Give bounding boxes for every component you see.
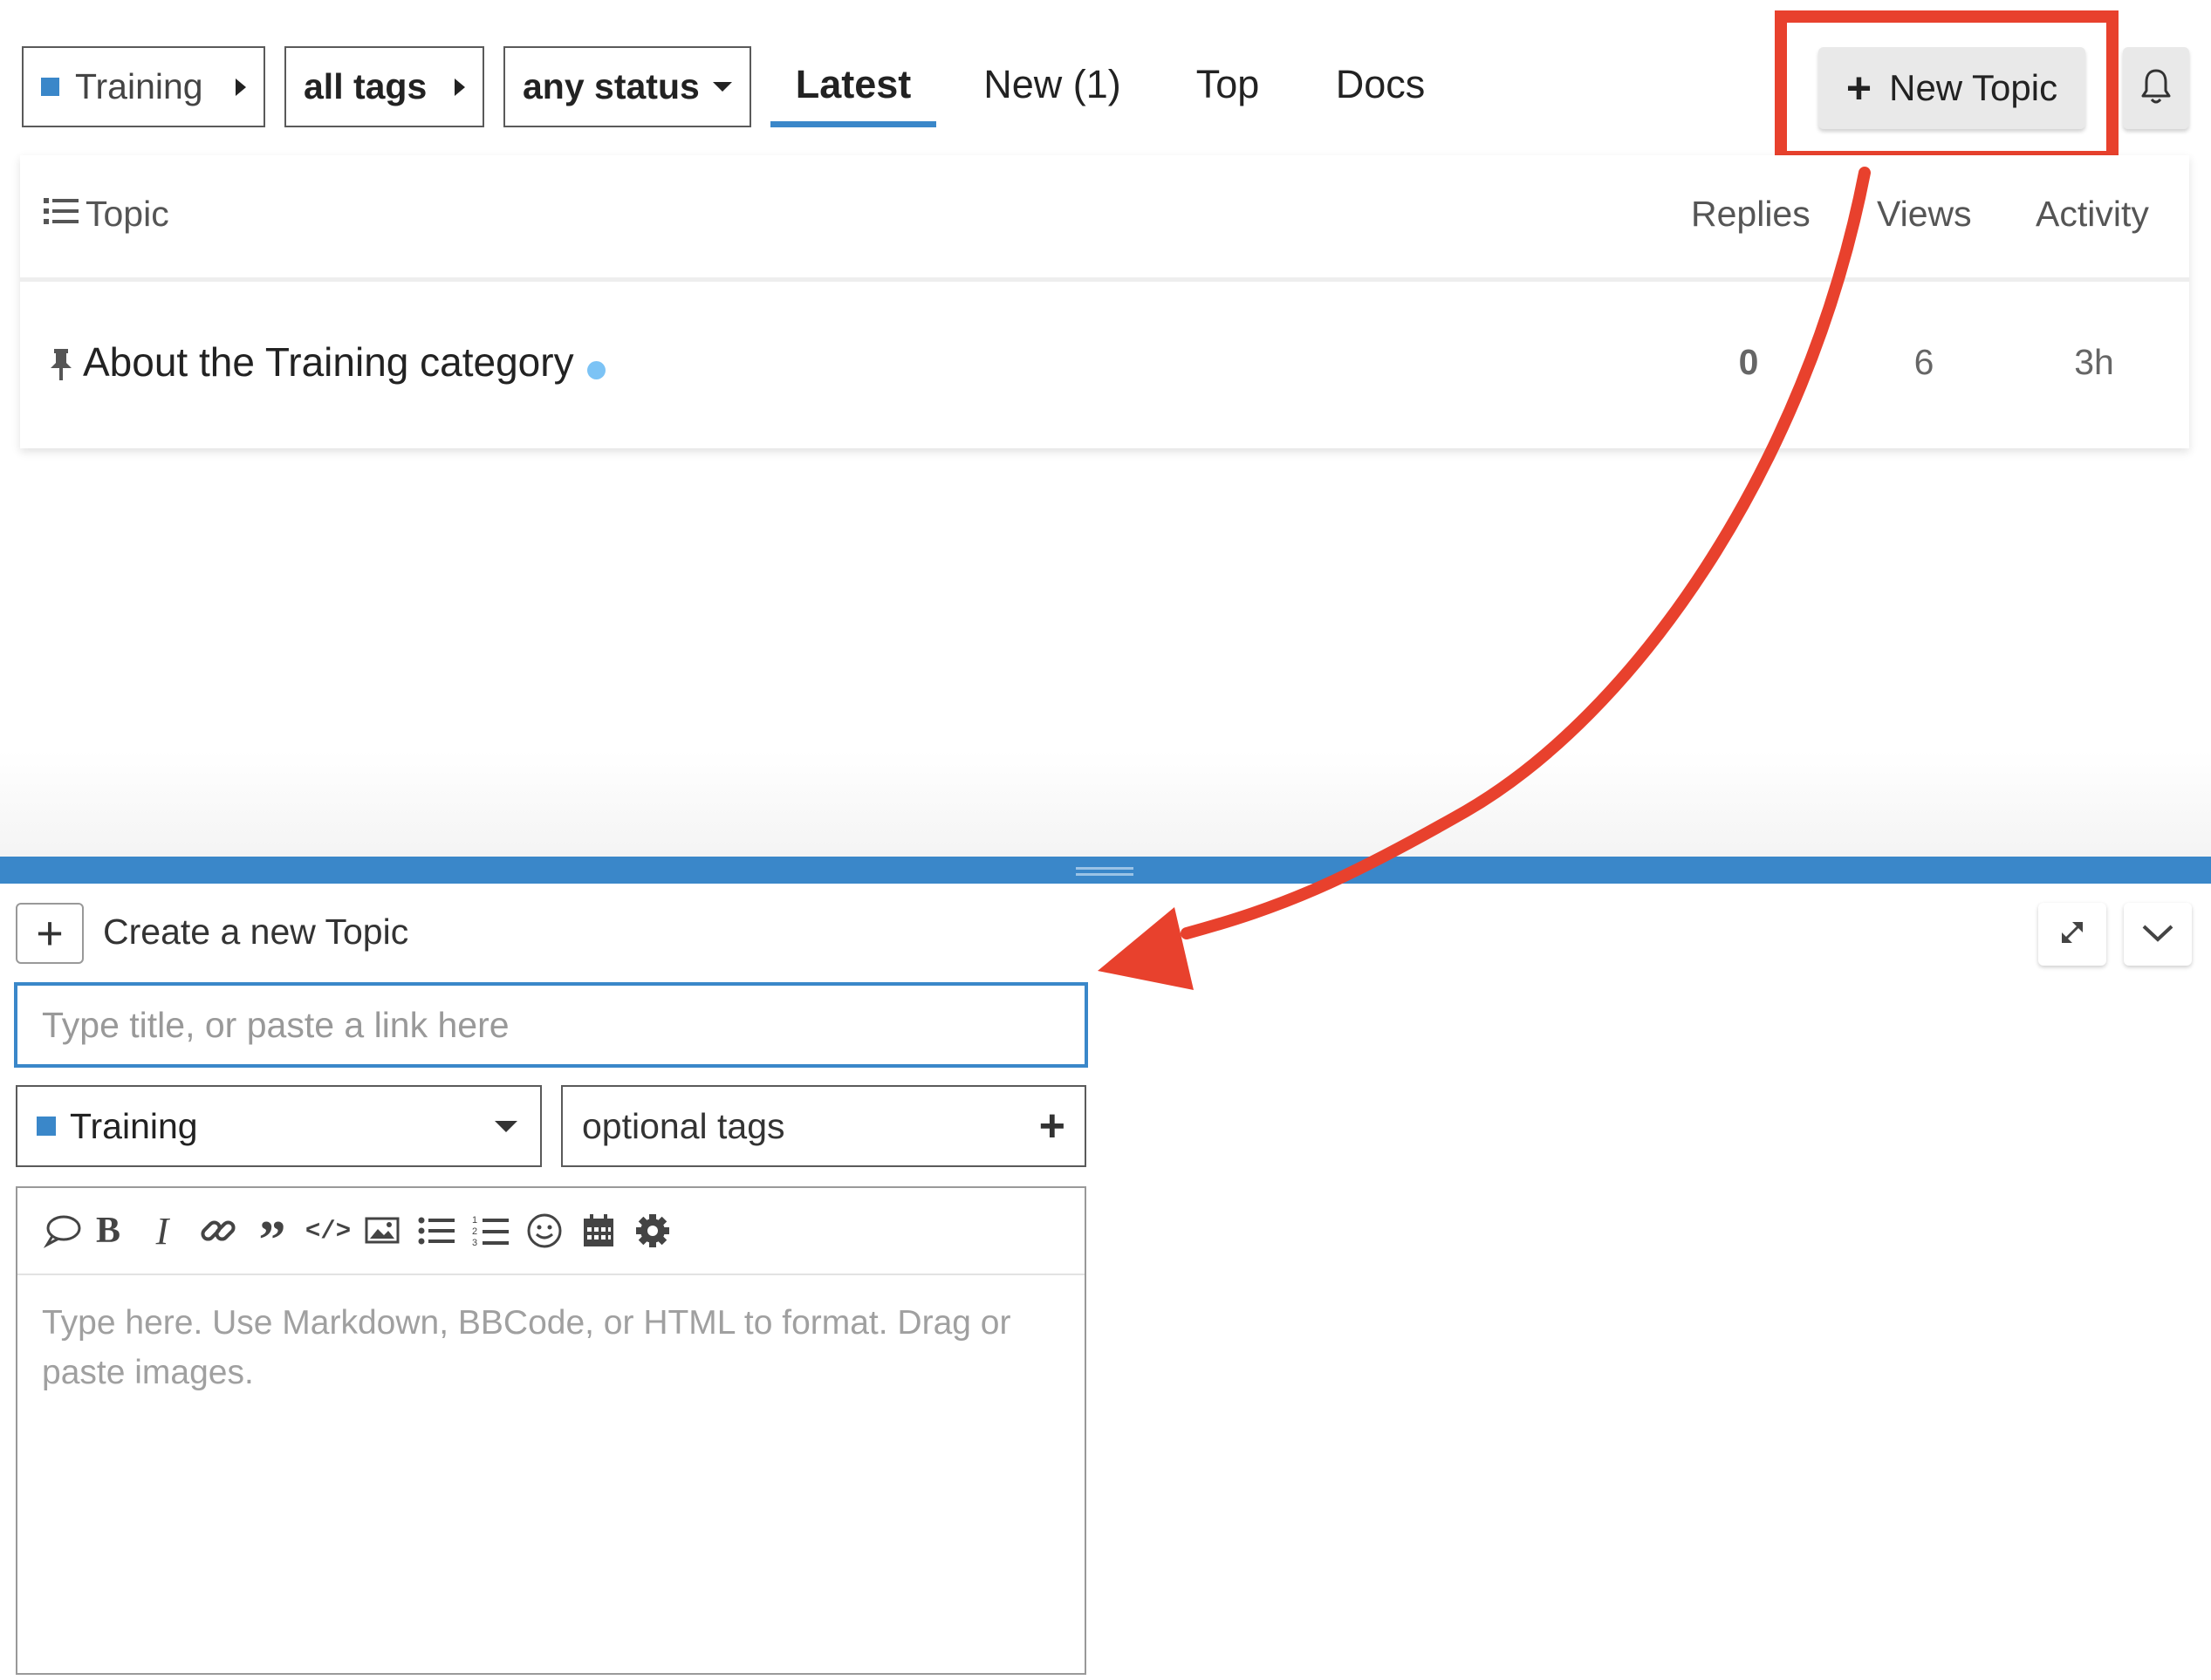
svg-text:3: 3 <box>472 1238 477 1247</box>
unread-dot <box>587 361 606 379</box>
composer-action-button[interactable]: + <box>16 903 84 964</box>
page-fade <box>0 750 2211 857</box>
bell-icon <box>2139 67 2173 110</box>
quote-icon[interactable]: ” <box>246 1205 298 1267</box>
category-dropdown-label: Training <box>75 66 203 106</box>
topic-header-label: Topic <box>86 194 169 234</box>
pin-icon <box>48 349 74 386</box>
tag-chooser-label: optional tags <box>582 1105 785 1146</box>
chevron-down-icon <box>2140 919 2175 950</box>
caret-down-icon <box>495 1120 517 1132</box>
fullscreen-button[interactable] <box>2038 903 2106 966</box>
plus-icon: + <box>1038 1101 1065 1151</box>
bullet-list-icon[interactable] <box>410 1205 462 1257</box>
topic-title-input[interactable] <box>14 982 1088 1068</box>
resize-grip <box>1076 867 1133 870</box>
replies-column-header[interactable]: Replies <box>1691 194 1811 235</box>
category-dropdown[interactable]: Training <box>22 46 265 127</box>
topic-column-header[interactable]: Topic <box>44 194 169 235</box>
tags-dropdown-label: all tags <box>304 66 428 106</box>
svg-text:2: 2 <box>472 1226 477 1237</box>
composer-action-title: Create a new Topic <box>103 912 409 952</box>
resize-grip <box>1076 873 1133 876</box>
status-dropdown[interactable]: any status <box>503 46 751 127</box>
emoji-icon[interactable] <box>518 1205 571 1257</box>
caret-right-icon <box>455 78 465 96</box>
speech-bubble-icon[interactable] <box>37 1205 89 1257</box>
composer-category-chooser[interactable]: Training <box>16 1085 542 1167</box>
topic-list <box>20 155 2189 448</box>
activity-time[interactable]: 3h <box>2042 342 2146 383</box>
italic-icon[interactable]: I <box>136 1205 188 1257</box>
link-icon[interactable] <box>192 1205 244 1257</box>
expand-icon <box>2055 915 2090 954</box>
category-chooser-label: Training <box>70 1105 198 1146</box>
annotation-highlight-box <box>1775 10 2119 163</box>
tab-new[interactable]: New (1) <box>967 54 1138 115</box>
category-color-swatch <box>41 78 59 96</box>
tab-docs[interactable]: Docs <box>1328 54 1433 115</box>
tab-top[interactable]: Top <box>1180 54 1276 115</box>
calendar-icon[interactable] <box>572 1205 625 1257</box>
image-icon[interactable] <box>356 1205 408 1257</box>
svg-text:1: 1 <box>472 1215 477 1226</box>
replies-count: 0 <box>1738 342 1759 382</box>
collapse-button[interactable] <box>2124 903 2192 966</box>
tab-latest[interactable]: Latest <box>770 54 936 115</box>
views-column-header[interactable]: Views <box>1877 194 1972 235</box>
caret-down-icon <box>713 82 732 92</box>
numbered-list-icon[interactable]: 123 <box>464 1205 517 1257</box>
plus-icon: + <box>36 907 64 960</box>
code-icon[interactable]: </> <box>302 1205 354 1257</box>
topic-title-link[interactable]: About the Training category <box>83 338 574 386</box>
caret-right-icon <box>236 78 246 96</box>
composer-textarea[interactable] <box>17 1275 1085 1673</box>
active-tab-indicator <box>770 121 936 127</box>
composer-editor: B I ” </> 123 <box>16 1186 1086 1675</box>
header-divider <box>20 277 2189 282</box>
status-dropdown-label: any status <box>523 66 700 106</box>
editor-toolbar: B I ” </> 123 <box>17 1188 1085 1275</box>
composer-resize-bar[interactable] <box>0 857 2211 884</box>
notifications-button[interactable] <box>2123 47 2189 129</box>
composer-tag-chooser[interactable]: optional tags + <box>561 1085 1086 1167</box>
gear-icon[interactable] <box>626 1205 679 1257</box>
activity-column-header[interactable]: Activity <box>2036 194 2149 235</box>
bold-icon[interactable]: B <box>82 1205 134 1257</box>
list-icon <box>44 194 79 235</box>
category-color-swatch <box>37 1117 56 1136</box>
views-count: 6 <box>1913 342 1934 382</box>
tags-dropdown[interactable]: all tags <box>284 46 484 127</box>
